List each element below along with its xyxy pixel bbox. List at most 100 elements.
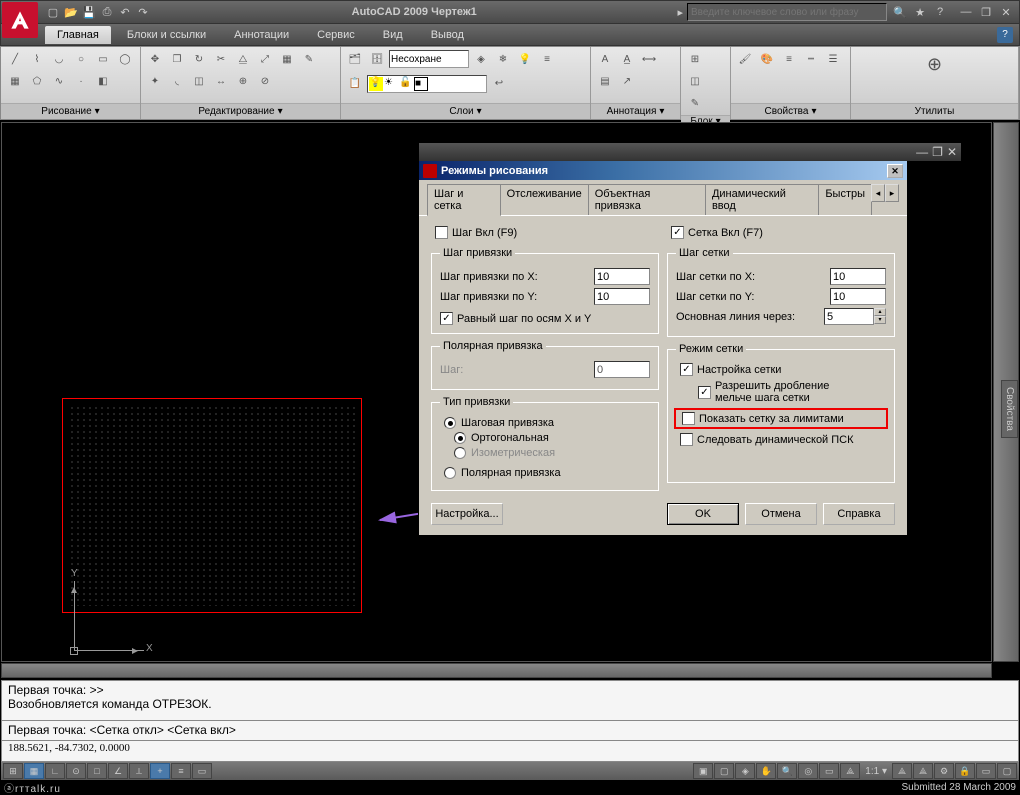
tab-quick[interactable]: Быстры	[818, 184, 872, 215]
snap-x-input[interactable]	[594, 268, 650, 285]
status-snap-icon[interactable]: ⊞	[3, 763, 23, 779]
tab-scroll-left-icon[interactable]: ◂	[871, 184, 885, 202]
polygon-icon[interactable]: ⬠	[27, 71, 47, 91]
grid-y-input[interactable]	[830, 288, 886, 305]
minimize-icon[interactable]: —	[957, 4, 975, 20]
tab-annotations[interactable]: Аннотации	[222, 26, 301, 44]
follow-ucs-checkbox[interactable]: Следовать динамической ПСК	[676, 431, 886, 448]
grid-x-input[interactable]	[830, 268, 886, 285]
panel-label[interactable]: Свойства ▾	[731, 103, 850, 119]
table-icon[interactable]: ▤	[595, 71, 615, 91]
help-button[interactable]: Справка	[823, 503, 895, 525]
status-steering-icon[interactable]: ◎	[798, 763, 818, 779]
status-ducs-icon[interactable]: ⟂	[129, 763, 149, 779]
status-lock-icon[interactable]: 🔒	[955, 763, 975, 779]
help-icon[interactable]: ?	[997, 27, 1013, 43]
tab-home[interactable]: Главная	[45, 26, 111, 44]
hatch-icon[interactable]: ▦	[5, 71, 25, 91]
frame-restore-icon[interactable]: ❐	[932, 145, 943, 159]
explode-icon[interactable]: ✦	[145, 71, 165, 91]
layer-off-icon[interactable]: 💡	[515, 49, 535, 69]
status-model-icon[interactable]: ▣	[693, 763, 713, 779]
layer-prev-icon[interactable]: ↩	[489, 73, 509, 93]
qat-undo-icon[interactable]: ↶	[117, 4, 133, 20]
tab-scroll-right-icon[interactable]: ▸	[885, 184, 899, 202]
rect-icon[interactable]: ▭	[93, 49, 113, 69]
panel-label[interactable]: Слои ▾	[341, 103, 590, 119]
array-icon[interactable]: ▦	[277, 49, 297, 69]
status-ortho-icon[interactable]: ∟	[45, 763, 65, 779]
status-polar-icon[interactable]: ⊙	[66, 763, 86, 779]
status-pan-icon[interactable]: ✋	[756, 763, 776, 779]
break-icon[interactable]: ⊘	[255, 71, 275, 91]
grid-on-checkbox[interactable]: ✓Сетка Вкл (F7)	[667, 224, 895, 241]
app-logo-icon[interactable]	[2, 2, 38, 38]
ellipse-icon[interactable]: ◯	[115, 49, 135, 69]
match-icon[interactable]: 🖌	[735, 49, 755, 69]
options-button[interactable]: Настройка...	[431, 503, 503, 525]
panel-label[interactable]: Утилиты	[851, 103, 1018, 119]
spline-icon[interactable]: ∿	[49, 71, 69, 91]
offset-icon[interactable]: ◫	[189, 71, 209, 91]
adaptive-grid-checkbox[interactable]: ✓Настройка сетки	[676, 361, 886, 378]
measure-icon[interactable]: ⊕	[920, 49, 950, 79]
copy-icon[interactable]: ❐	[167, 49, 187, 69]
panel-label[interactable]: Аннотация ▾	[591, 103, 680, 119]
layer-state-combo[interactable]	[389, 50, 469, 68]
leader-icon[interactable]: ↗	[617, 71, 637, 91]
stretch-icon[interactable]: ↔	[211, 71, 231, 91]
status-osnap-icon[interactable]: □	[87, 763, 107, 779]
lweight-icon[interactable]: ≡	[779, 49, 799, 69]
layer-states-icon[interactable]: 🗄	[367, 49, 387, 69]
status-clean-icon[interactable]: ▢	[997, 763, 1017, 779]
dialog-close-icon[interactable]: ✕	[887, 164, 903, 178]
layer-freeze-icon[interactable]: ❄	[493, 49, 513, 69]
dim-icon[interactable]: ⟷	[639, 49, 659, 69]
snap-polar-radio[interactable]: Полярная привязка	[444, 467, 650, 479]
snap-type-grid-radio[interactable]: Шаговая привязка	[444, 417, 650, 429]
status-ws-icon[interactable]: ⚙	[934, 763, 954, 779]
tab-service[interactable]: Сервис	[305, 26, 367, 44]
tab-tracking[interactable]: Отслеживание	[500, 184, 589, 215]
text-icon[interactable]: A	[595, 49, 615, 69]
tab-output[interactable]: Вывод	[419, 26, 476, 44]
arc-icon[interactable]: ◡	[49, 49, 69, 69]
search-icon[interactable]: 🔍	[891, 4, 909, 20]
infocenter-help-icon[interactable]: ?	[931, 4, 949, 20]
qat-open-icon[interactable]: 📂	[63, 4, 79, 20]
status-annovis-icon[interactable]: ⟁	[892, 763, 912, 779]
create-block-icon[interactable]: ◫	[685, 71, 705, 91]
annotation-scale[interactable]: 1:1 ▾	[861, 766, 891, 777]
circle-icon[interactable]: ○	[71, 49, 91, 69]
point-icon[interactable]: ·	[71, 71, 91, 91]
qat-new-icon[interactable]: ▢	[45, 4, 61, 20]
status-annoscale-icon[interactable]: ⟁	[840, 763, 860, 779]
search-play-icon[interactable]: ▸	[677, 6, 683, 19]
line-icon[interactable]: ╱	[5, 49, 25, 69]
region-icon[interactable]: ◧	[93, 71, 113, 91]
ltype-icon[interactable]: ┅	[801, 49, 821, 69]
erase-icon[interactable]: ✎	[299, 49, 319, 69]
tab-view[interactable]: Вид	[371, 26, 415, 44]
status-hw-icon[interactable]: ▭	[976, 763, 996, 779]
frame-minimize-icon[interactable]: —	[916, 145, 928, 159]
display-beyond-limits-checkbox[interactable]: Показать сетку за лимитами	[678, 410, 884, 427]
major-line-input[interactable]	[824, 308, 874, 325]
layer-match-icon[interactable]: ≡	[537, 49, 557, 69]
status-showmotion-icon[interactable]: ▭	[819, 763, 839, 779]
edit-block-icon[interactable]: ✎	[685, 93, 705, 113]
mirror-icon[interactable]: ⧋	[233, 49, 253, 69]
fillet-icon[interactable]: ◟	[167, 71, 187, 91]
scale-icon[interactable]: ⤢	[255, 49, 275, 69]
trim-icon[interactable]: ✂	[211, 49, 231, 69]
horizontal-scrollbar[interactable]	[1, 663, 992, 678]
qat-redo-icon[interactable]: ↷	[135, 4, 151, 20]
polyline-icon[interactable]: ⌇	[27, 49, 47, 69]
tab-osnap[interactable]: Объектная привязка	[588, 184, 706, 215]
ok-button[interactable]: OK	[667, 503, 739, 525]
status-dyn-icon[interactable]: +	[150, 763, 170, 779]
status-grid-icon[interactable]: ▦	[24, 763, 44, 779]
panel-label[interactable]: Редактирование ▾	[141, 103, 340, 119]
status-zoom-icon[interactable]: 🔍	[777, 763, 797, 779]
status-otrack-icon[interactable]: ∠	[108, 763, 128, 779]
